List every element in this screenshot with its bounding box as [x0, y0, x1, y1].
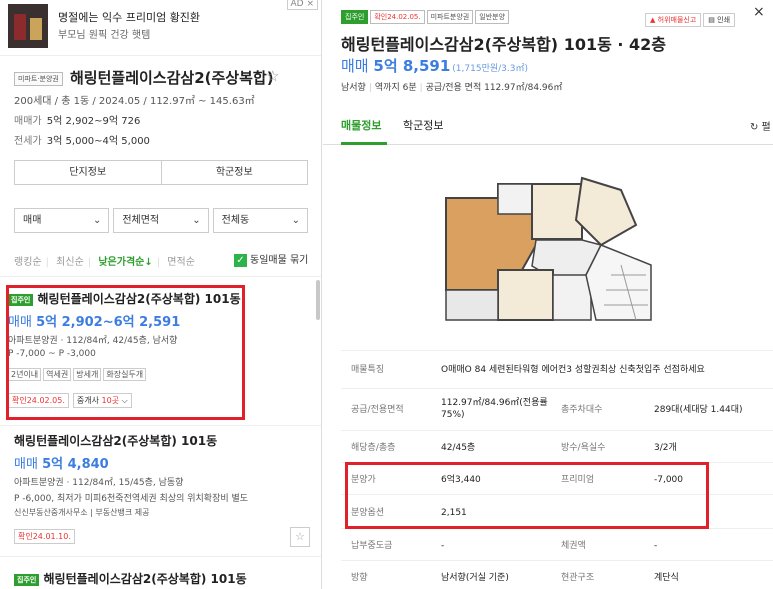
owner-verified-badge: 집주인 — [14, 573, 40, 586]
listing-title: 집주인 해링턴플레이스감삼2(주상복합) 101동 — [14, 570, 320, 587]
complex-buttons: 단지정보 학군정보 — [14, 160, 308, 185]
sale-price-value: 5억 2,902~9억 726 — [46, 116, 141, 127]
table-row: 매물특징 O매매O 84 세련된타워형 에어컨3 성할권최상 신축첫입주 선점하… — [341, 350, 773, 388]
complex-title: 해링턴플레이스감삼2(주상복합) — [70, 69, 274, 87]
favorite-star-icon[interactable]: ☆ — [290, 527, 310, 547]
dong-select[interactable]: 전체동 ⌄ — [212, 208, 308, 233]
floor-plan-image[interactable] — [436, 170, 666, 340]
siren-icon: ▲ — [650, 16, 656, 24]
group-same-listing-checkbox[interactable]: ✓ 동일매물 묶기 — [234, 251, 308, 267]
listing-premium: P -6,000, 최저가 미피6천죽전역세권 최상의 위치확장비 별도 — [14, 494, 249, 504]
area-value: 전체면적 — [122, 215, 160, 226]
close-icon[interactable]: × — [753, 4, 765, 20]
ad-banner[interactable]: 명절에는 익수 프리미엄 황진환 부모님 원픽 건강 햇템 AD × — [0, 0, 321, 56]
area-select[interactable]: 전체면적 ⌄ — [113, 208, 209, 233]
checkbox-checked-icon: ✓ — [234, 253, 247, 267]
trade-type-value: 매매 — [23, 215, 42, 226]
highlight-box — [345, 462, 709, 529]
print-button[interactable]: ▤ 인쇄 — [703, 13, 736, 27]
sort-latest[interactable]: 최신순 — [56, 257, 84, 268]
divider — [0, 425, 321, 426]
school-info-button[interactable]: 학군정보 — [161, 160, 308, 185]
ad-subtitle: 부모님 원픽 건강 햇템 — [58, 30, 151, 41]
scrollbar[interactable] — [316, 280, 320, 320]
confirm-date-badge: 확인24.01.10. — [14, 529, 75, 544]
group-same-label: 동일매물 묶기 — [250, 255, 309, 266]
detail-tabs: 매물정보 학군정보 — [323, 105, 773, 145]
ad-close-badge[interactable]: AD × — [286, 0, 318, 10]
sort-ranking[interactable]: 랭킹순 — [14, 257, 42, 268]
detail-title: 해링턴플레이스감삼2(주상복합) 101동 · 42층 — [341, 35, 667, 54]
report-button[interactable]: ▲ 허위매물신고 — [645, 13, 702, 27]
sort-area[interactable]: 면적순 — [167, 257, 195, 268]
divider — [0, 556, 321, 557]
jeonse-price-value: 3억 5,000~4억 5,000 — [46, 136, 150, 147]
chevron-down-icon: ⌄ — [291, 215, 300, 226]
confirm-date-badge: 확인24.02.05. — [370, 9, 425, 24]
trade-type-select[interactable]: 매매 ⌄ — [14, 208, 110, 233]
table-row: 방향 남서향(거실 기준) 현관구조 계단식 — [341, 560, 773, 589]
sort-options: 랭킹순 | 최신순 | 낮은가격순↓ | 면적순 — [14, 257, 195, 268]
highlight-box — [6, 285, 245, 420]
chevron-down-icon: ⌄ — [192, 215, 201, 226]
print-icon: ▤ — [708, 16, 715, 24]
sort-low-price[interactable]: 낮은가격순↓ — [98, 257, 152, 268]
complex-info-button[interactable]: 단지정보 — [14, 160, 162, 185]
table-row: 해당층/총층 42/45층 방수/욕실수 3/2개 — [341, 430, 773, 462]
jeonse-price-row: 전세가 3억 5,000~4억 5,000 — [14, 132, 150, 147]
detail-panel: 집주인 확인24.02.05. 미파트분양권 일반분양 ▲ 허위매물신고 ▤ 인쇄 × … — [323, 0, 773, 589]
filter-row: 매매 ⌄ 전체면적 ⌄ 전체동 ⌄ — [14, 208, 308, 233]
active-tab-underline — [341, 142, 387, 145]
chevron-down-icon: ⌄ — [92, 215, 102, 226]
jeonse-price-label: 전세가 — [14, 136, 42, 147]
table-row: 납부중도금 - 체권액 - — [341, 528, 773, 560]
listing-title: 해링턴플레이스감삼2(주상복합) 101동 — [14, 434, 218, 448]
complex-type-tag: 미파트·분양권 — [14, 72, 63, 86]
owner-verified-badge: 집주인 — [341, 9, 369, 24]
type-badge: 미파트분양권 — [426, 9, 474, 24]
listing-agency: 신신부동산중개사무소 | 부동산뱅크 제공 — [14, 508, 150, 517]
ad-title[interactable]: 명절에는 익수 프리미엄 황진환 — [58, 9, 200, 25]
listing-spec: 아파트분양권 · 112/84㎡, 15/45층, 남동향 — [14, 478, 184, 488]
listing-card[interactable]: 해링턴플레이스감삼2(주상복합) 101동 매매 5억 4,840 아파트분양권… — [14, 432, 320, 544]
divider — [0, 276, 321, 277]
sale-kind-badge: 일반분양 — [475, 9, 510, 24]
complex-info: 200세대 / 총 1동 / 2024.05 / 112.97㎡ ~ 145.6… — [14, 96, 255, 107]
listing-price: 매매 5억 4,840 — [14, 457, 109, 472]
tab-school-info[interactable]: 학군정보 — [403, 117, 443, 133]
detail-actions: ▲ 허위매물신고 ▤ 인쇄 — [645, 7, 737, 27]
detail-badges: 집주인 확인24.02.05. 미파트분양권 일반분양 — [341, 6, 511, 25]
listing-panel: 명절에는 익수 프리미엄 황진환 부모님 원픽 건강 햇템 AD × 미파트·분… — [0, 0, 322, 589]
tab-listing-info[interactable]: 매물정보 — [341, 117, 381, 133]
ad-image[interactable] — [8, 4, 48, 48]
unit-price: (1,715만원/3.3㎡) — [452, 64, 528, 74]
table-row: 공급/전용면적 112.97㎡/84.96㎡(전용률75%) 총주차대수 289… — [341, 388, 773, 430]
detail-price: 매매 5억 8,591 (1,715만원/3.3㎡) — [341, 57, 528, 75]
detail-summary: 남서향 | 역까지 6분 | 공급/전용 면적 112.97㎡/84.96㎡ — [341, 83, 563, 93]
sale-price-label: 매매가 — [14, 116, 42, 127]
dong-value: 전체동 — [221, 215, 250, 226]
sale-price-row: 매매가 5억 2,902~9억 726 — [14, 112, 140, 127]
favorite-star-icon[interactable]: ☆ — [266, 67, 279, 85]
listing-card[interactable]: 집주인 해링턴플레이스감삼2(주상복합) 101동 — [14, 570, 320, 587]
listing-footer: 확인24.01.10. — [14, 524, 320, 544]
expand-button[interactable]: ↻ 펼 — [750, 118, 771, 133]
